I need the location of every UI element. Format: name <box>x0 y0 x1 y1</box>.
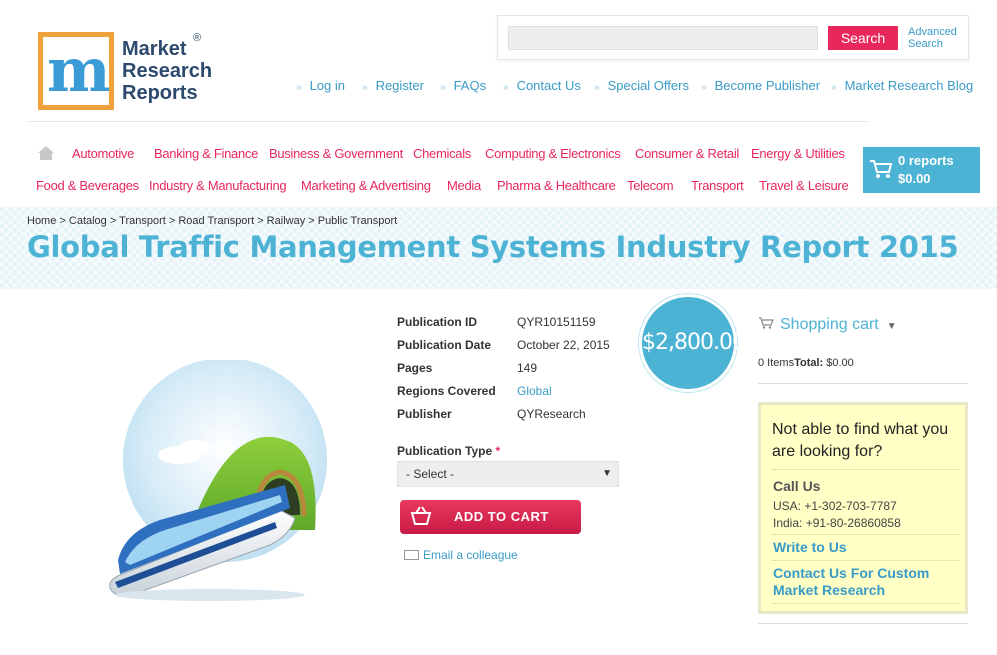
help-divider <box>772 560 960 561</box>
cat-energy-utilities[interactable]: Energy & Utilities <box>751 146 845 161</box>
register-link[interactable]: Register <box>362 78 424 93</box>
login-link[interactable]: Log in <box>296 78 345 93</box>
blog-link[interactable]: Market Research Blog <box>831 78 974 93</box>
search-input[interactable] <box>508 26 818 50</box>
publication-type-text: Publication Type <box>397 444 493 458</box>
cart-small-icon <box>759 317 774 329</box>
add-to-cart-button[interactable]: ADD TO CART <box>400 500 581 534</box>
special-offers-link[interactable]: Special Offers <box>594 78 689 93</box>
publication-type-label: Publication Type * <box>397 444 500 458</box>
write-to-us-link[interactable]: Write to Us <box>773 539 847 556</box>
logo-text: Market Research Reports <box>122 38 212 104</box>
cat-banking-finance[interactable]: Banking & Finance <box>154 146 258 161</box>
cart-count: 0 reports <box>898 153 954 168</box>
cat-transport[interactable]: Transport <box>691 178 744 193</box>
cat-computing-electronics[interactable]: Computing & Electronics <box>485 146 621 161</box>
caret-down-icon: ▼ <box>886 321 897 332</box>
phone-india: India: +91-80-26860858 <box>773 516 901 530</box>
cat-marketing-advertising[interactable]: Marketing & Advertising <box>301 178 431 193</box>
custom-research-link[interactable]: Contact Us For Custom Market Research <box>773 565 953 599</box>
cat-travel-leisure[interactable]: Travel & Leisure <box>759 178 849 193</box>
publication-type-select[interactable]: - Select - ▼ <box>397 461 619 487</box>
contact-us-link[interactable]: Contact Us <box>503 78 581 93</box>
publication-type-selected: - Select - <box>406 467 455 481</box>
envelope-icon <box>404 550 419 560</box>
regions-label: Regions Covered <box>397 384 496 398</box>
publication-id-value: QYR10151159 <box>517 315 596 329</box>
publisher-value: QYResearch <box>517 407 586 421</box>
search-bar: Search Advanced Search <box>497 15 969 60</box>
pages-label: Pages <box>397 361 433 375</box>
cat-telecom[interactable]: Telecom <box>627 178 674 193</box>
required-marker: * <box>495 444 501 458</box>
cat-pharma-healthcare[interactable]: Pharma & Healthcare <box>497 178 616 193</box>
page-title: Global Traffic Management Systems Indust… <box>27 230 959 264</box>
cart-divider <box>758 383 968 384</box>
cart-items: 0 Items <box>758 357 795 369</box>
breadcrumb[interactable]: Home > Catalog > Transport > Road Transp… <box>27 215 397 227</box>
advanced-search-line-2: Search <box>908 38 943 50</box>
logo-line-2: Research <box>122 60 213 82</box>
site-logo[interactable]: m Market Research Reports ® <box>38 32 213 112</box>
cat-business-government[interactable]: Business & Government <box>269 146 403 161</box>
regions-value[interactable]: Global <box>517 384 552 398</box>
publisher-label: Publisher <box>397 407 452 421</box>
help-heading: Not able to find what you are looking fo… <box>772 421 949 460</box>
pages-value: 149 <box>517 361 538 375</box>
publication-date-value: October 22, 2015 <box>517 338 610 352</box>
email-colleague-label: Email a colleague <box>423 548 518 562</box>
advanced-search-line-1: Advanced <box>908 26 957 38</box>
cart-total: $0.00 <box>898 171 931 186</box>
search-button[interactable]: Search <box>828 26 898 50</box>
cart-total-label: Total: <box>794 357 824 369</box>
publication-id-label: Publication ID <box>397 315 478 329</box>
cat-chemicals[interactable]: Chemicals <box>413 146 471 161</box>
cart-icon <box>870 160 893 178</box>
home-icon[interactable] <box>37 145 55 161</box>
price-badge: $2,800.00 <box>639 294 746 392</box>
logo-mark: m <box>38 32 114 110</box>
email-colleague-link[interactable]: Email a colleague <box>404 548 518 562</box>
add-to-cart-label: ADD TO CART <box>454 509 549 524</box>
registered-mark: ® <box>193 32 202 44</box>
help-box: Not able to find what you are looking fo… <box>758 402 968 614</box>
header-cart[interactable]: 0 reports $0.00 <box>863 147 980 193</box>
help-divider <box>772 603 960 604</box>
cat-automotive[interactable]: Automotive <box>72 146 134 161</box>
shopping-basket-icon <box>410 506 432 525</box>
faqs-link[interactable]: FAQs <box>440 78 487 93</box>
cart-summary: 0 ItemsTotal: $0.00 <box>758 357 854 369</box>
cat-consumer-retail[interactable]: Consumer & Retail <box>635 146 739 161</box>
call-us-heading: Call Us <box>773 478 821 494</box>
become-publisher-link[interactable]: Become Publisher <box>701 78 821 93</box>
product-image <box>109 360 327 601</box>
shopping-cart-header[interactable]: Shopping cart ▼ <box>758 316 897 334</box>
cart-total-value: $0.00 <box>826 357 854 369</box>
dropdown-arrow-icon: ▼ <box>602 468 612 479</box>
header-divider <box>28 121 868 122</box>
publication-date-label: Publication Date <box>397 338 492 352</box>
logo-line-3: Reports <box>122 82 198 104</box>
phone-usa: USA: +1-302-703-7787 <box>773 499 897 513</box>
advanced-search-link[interactable]: Advanced Search <box>908 26 957 50</box>
cat-media[interactable]: Media <box>447 178 481 193</box>
shopping-cart-title: Shopping cart <box>780 316 879 333</box>
help-divider <box>772 534 960 535</box>
cat-industry-manufacturing[interactable]: Industry & Manufacturing <box>149 178 287 193</box>
cat-food-beverages[interactable]: Food & Beverages <box>36 178 139 193</box>
sidebar-divider <box>758 623 968 624</box>
help-divider <box>772 469 960 470</box>
